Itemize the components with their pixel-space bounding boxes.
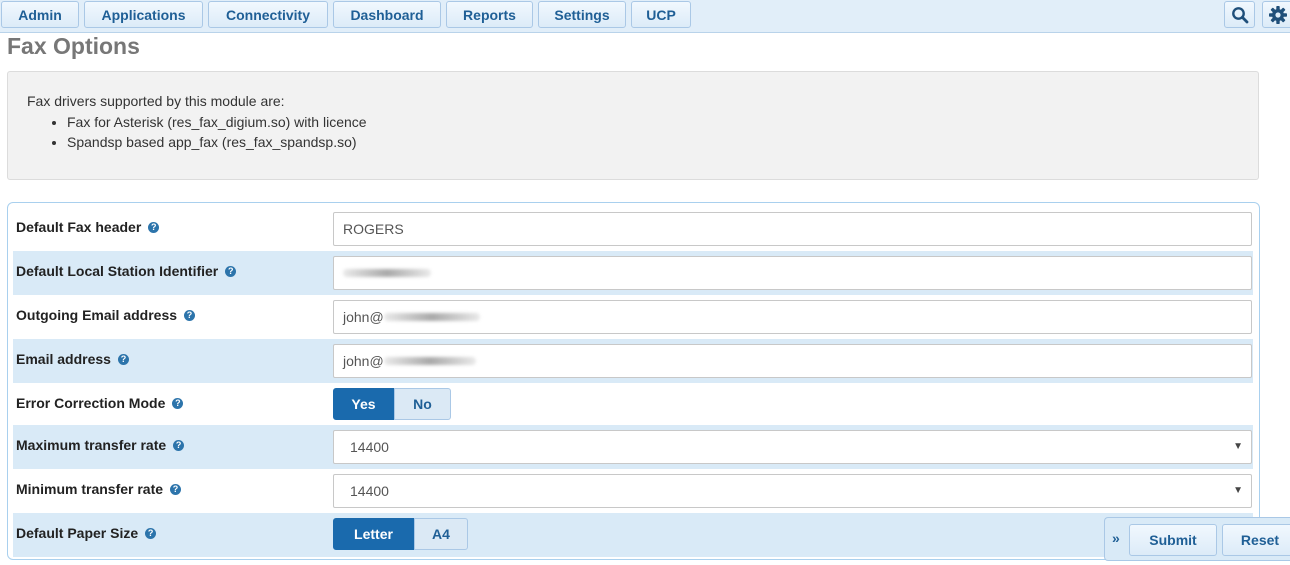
info-panel: Fax drivers supported by this module are… <box>7 71 1259 180</box>
row-paper-size: Default Paper Size ? Letter A4 <box>13 513 1253 557</box>
local-station-id-input[interactable] <box>333 256 1252 290</box>
paper-a4-button[interactable]: A4 <box>414 518 468 550</box>
nav-settings[interactable]: Settings <box>538 1 626 28</box>
list-item: Spandsp based app_fax (res_fax_spandsp.s… <box>67 132 367 152</box>
reset-button[interactable]: Reset <box>1222 524 1290 556</box>
page-title: Fax Options <box>7 33 140 59</box>
help-icon[interactable]: ? <box>145 527 157 539</box>
help-icon[interactable]: ? <box>225 265 237 277</box>
redacted-text <box>343 269 431 277</box>
row-outgoing-email: Outgoing Email address ? john@ <box>13 295 1253 339</box>
list-item: Fax for Asterisk (res_fax_digium.so) wit… <box>67 112 367 132</box>
min-transfer-rate-select[interactable]: 14400 ▼ <box>333 474 1252 508</box>
default-fax-header-label: Default Fax header ? <box>16 219 160 235</box>
caret-down-icon: ▼ <box>1233 441 1243 452</box>
collapse-icon[interactable]: » <box>1112 530 1120 546</box>
row-local-station-id: Default Local Station Identifier ? <box>13 251 1253 295</box>
ecm-yes-button[interactable]: Yes <box>333 388 394 420</box>
row-email-address: Email address ? john@ <box>13 339 1253 383</box>
nav-admin[interactable]: Admin <box>1 1 79 28</box>
paper-size-toggle: Letter A4 <box>333 518 468 550</box>
gear-icon <box>1268 5 1287 24</box>
redacted-text <box>383 313 480 321</box>
nav-dashboard[interactable]: Dashboard <box>333 1 441 28</box>
settings-button[interactable] <box>1262 1 1290 28</box>
max-transfer-rate-label: Maximum transfer rate ? <box>16 437 185 453</box>
row-default-fax-header: Default Fax header ? ROGERS <box>13 207 1253 251</box>
max-transfer-rate-select[interactable]: 14400 ▼ <box>333 430 1252 464</box>
ecm-no-button[interactable]: No <box>394 388 451 420</box>
paper-size-label: Default Paper Size ? <box>16 525 157 541</box>
action-bar: » Submit Reset <box>1104 517 1290 561</box>
caret-down-icon: ▼ <box>1233 485 1243 496</box>
help-icon[interactable]: ? <box>117 353 129 365</box>
row-error-correction: Error Correction Mode ? Yes No <box>13 383 1253 427</box>
nav-reports[interactable]: Reports <box>446 1 533 28</box>
local-station-id-label: Default Local Station Identifier ? <box>16 263 237 279</box>
min-transfer-rate-label: Minimum transfer rate ? <box>16 481 182 497</box>
outgoing-email-label: Outgoing Email address ? <box>16 307 196 323</box>
default-fax-header-input[interactable]: ROGERS <box>333 212 1252 246</box>
search-icon <box>1231 6 1248 23</box>
top-navbar: Admin Applications Connectivity Dashboar… <box>0 0 1290 33</box>
help-icon[interactable]: ? <box>172 397 184 409</box>
help-icon[interactable]: ? <box>170 483 182 495</box>
row-min-transfer-rate: Minimum transfer rate ? 14400 ▼ <box>13 469 1253 513</box>
submit-button[interactable]: Submit <box>1129 524 1217 556</box>
error-correction-toggle: Yes No <box>333 388 451 420</box>
help-icon[interactable]: ? <box>184 309 196 321</box>
email-address-label: Email address ? <box>16 351 129 367</box>
email-address-input[interactable]: john@ <box>333 344 1252 378</box>
search-button[interactable] <box>1224 1 1255 28</box>
error-correction-label: Error Correction Mode ? <box>16 395 184 411</box>
redacted-text <box>383 357 476 365</box>
help-icon[interactable]: ? <box>148 221 160 233</box>
row-max-transfer-rate: Maximum transfer rate ? 14400 ▼ <box>13 425 1253 469</box>
nav-connectivity[interactable]: Connectivity <box>208 1 328 28</box>
info-intro: Fax drivers supported by this module are… <box>27 93 285 109</box>
driver-list: Fax for Asterisk (res_fax_digium.so) wit… <box>27 112 367 152</box>
nav-ucp[interactable]: UCP <box>631 1 691 28</box>
help-icon[interactable]: ? <box>173 439 185 451</box>
nav-applications[interactable]: Applications <box>84 1 203 28</box>
outgoing-email-input[interactable]: john@ <box>333 300 1252 334</box>
paper-letter-button[interactable]: Letter <box>333 518 414 550</box>
